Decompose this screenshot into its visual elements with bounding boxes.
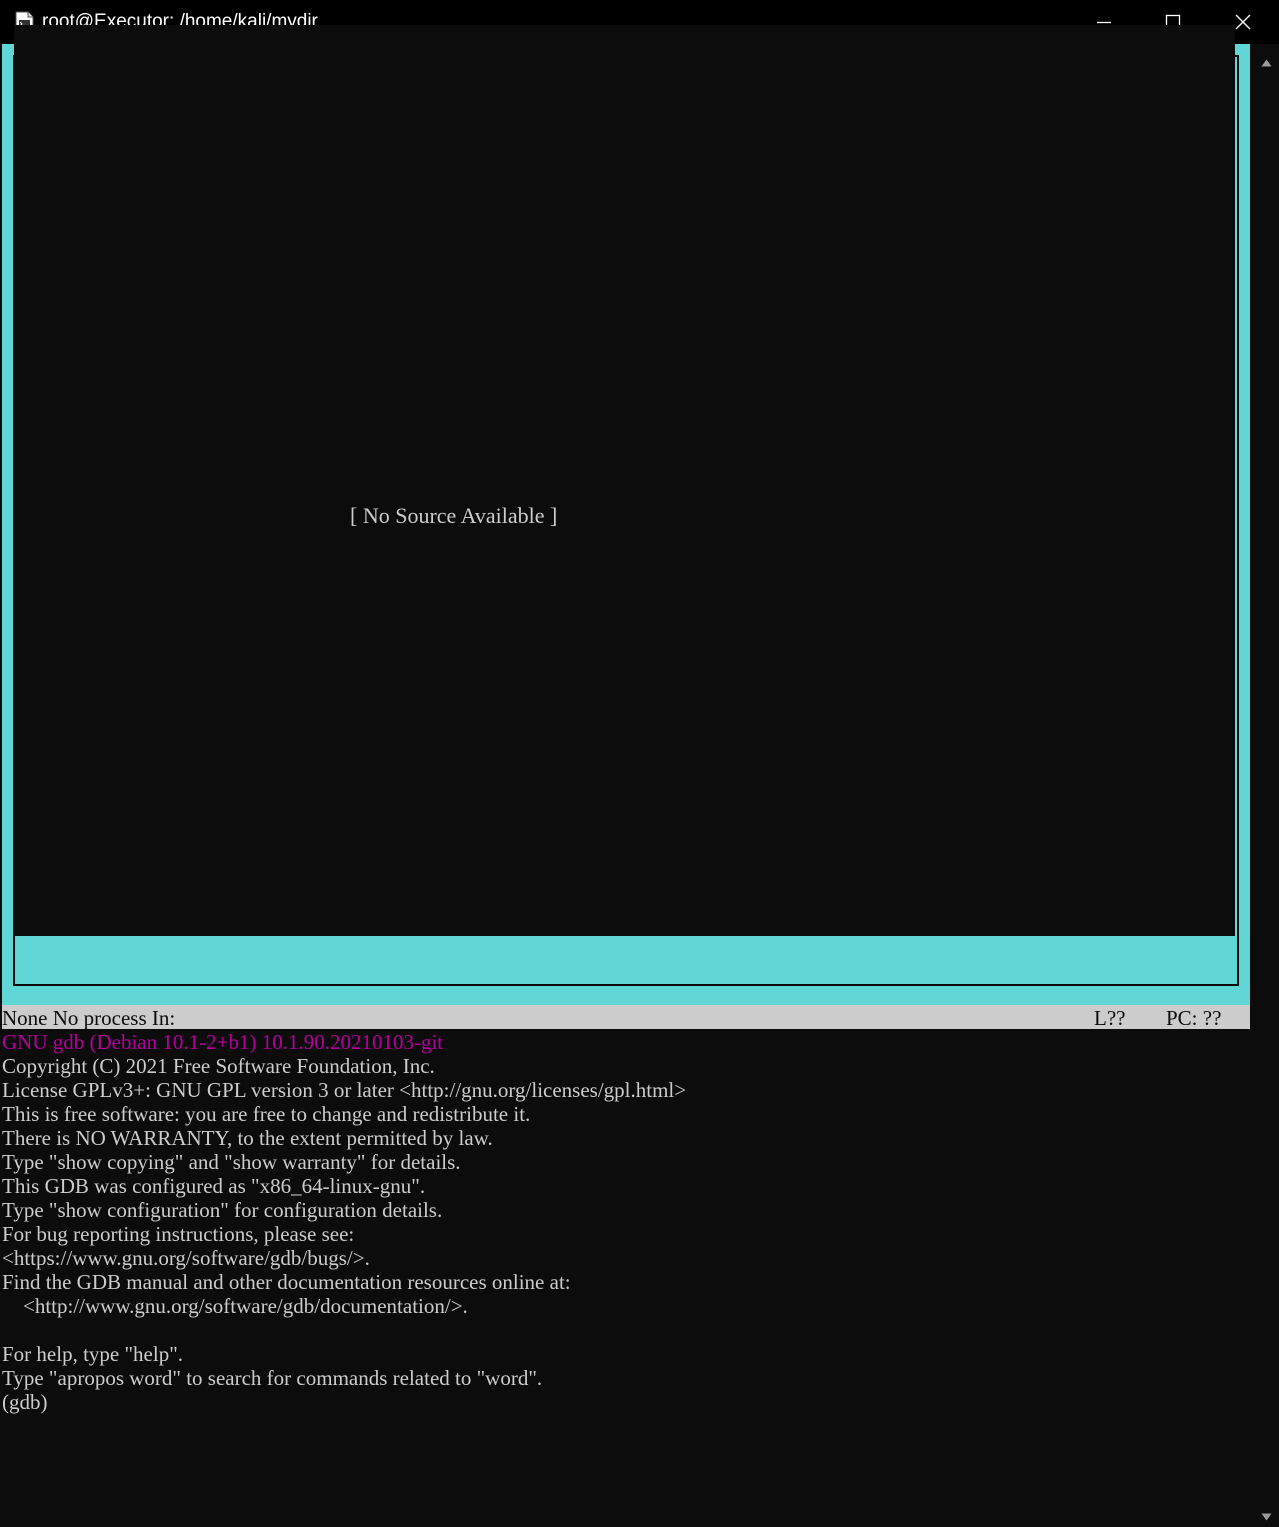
status-program-counter: PC: ?? bbox=[1166, 1006, 1222, 1030]
status-line-number: L?? bbox=[1094, 1006, 1126, 1030]
no-source-message: [ No Source Available ] bbox=[350, 503, 558, 528]
command-console[interactable]: GNU gdb (Debian 10.1-2+b1) 10.1.90.20210… bbox=[2, 1030, 1250, 1414]
console-line: <http://www.gnu.org/software/gdb/documen… bbox=[2, 1294, 468, 1318]
console-line: Copyright (C) 2021 Free Software Foundat… bbox=[2, 1054, 435, 1078]
console-line: Type "show copying" and "show warranty" … bbox=[2, 1150, 461, 1174]
status-process: None No process In: bbox=[2, 1006, 176, 1030]
console-line: For bug reporting instructions, please s… bbox=[2, 1222, 355, 1246]
console-line: This is free software: you are free to c… bbox=[2, 1102, 531, 1126]
console-line: Type "show configuration" for configurat… bbox=[2, 1198, 443, 1222]
source-window[interactable]: [ No Source Available ] bbox=[14, 25, 1235, 936]
scroll-down-arrow-icon[interactable] bbox=[1261, 1508, 1272, 1526]
status-bar: None No process In: L?? PC: ?? bbox=[2, 1005, 1250, 1030]
console-line: For help, type "help". bbox=[2, 1342, 184, 1366]
gdb-version-banner: GNU gdb (Debian 10.1-2+b1) 10.1.90.20210… bbox=[2, 1030, 444, 1054]
scroll-up-arrow-icon[interactable] bbox=[1261, 54, 1272, 72]
close-icon bbox=[1235, 14, 1251, 30]
vertical-scrollbar[interactable] bbox=[1254, 44, 1279, 1527]
gdb-prompt[interactable]: (gdb) bbox=[2, 1390, 1250, 1414]
console-line: This GDB was configured as "x86_64-linux… bbox=[2, 1174, 426, 1198]
console-line: Find the GDB manual and other documentat… bbox=[2, 1270, 571, 1294]
console-line: License GPLv3+: GNU GPL version 3 or lat… bbox=[2, 1078, 687, 1102]
console-line: <https://www.gnu.org/software/gdb/bugs/>… bbox=[2, 1246, 370, 1270]
console-line: Type "apropos word" to search for comman… bbox=[2, 1366, 543, 1390]
console-line: There is NO WARRANTY, to the extent perm… bbox=[2, 1126, 493, 1150]
